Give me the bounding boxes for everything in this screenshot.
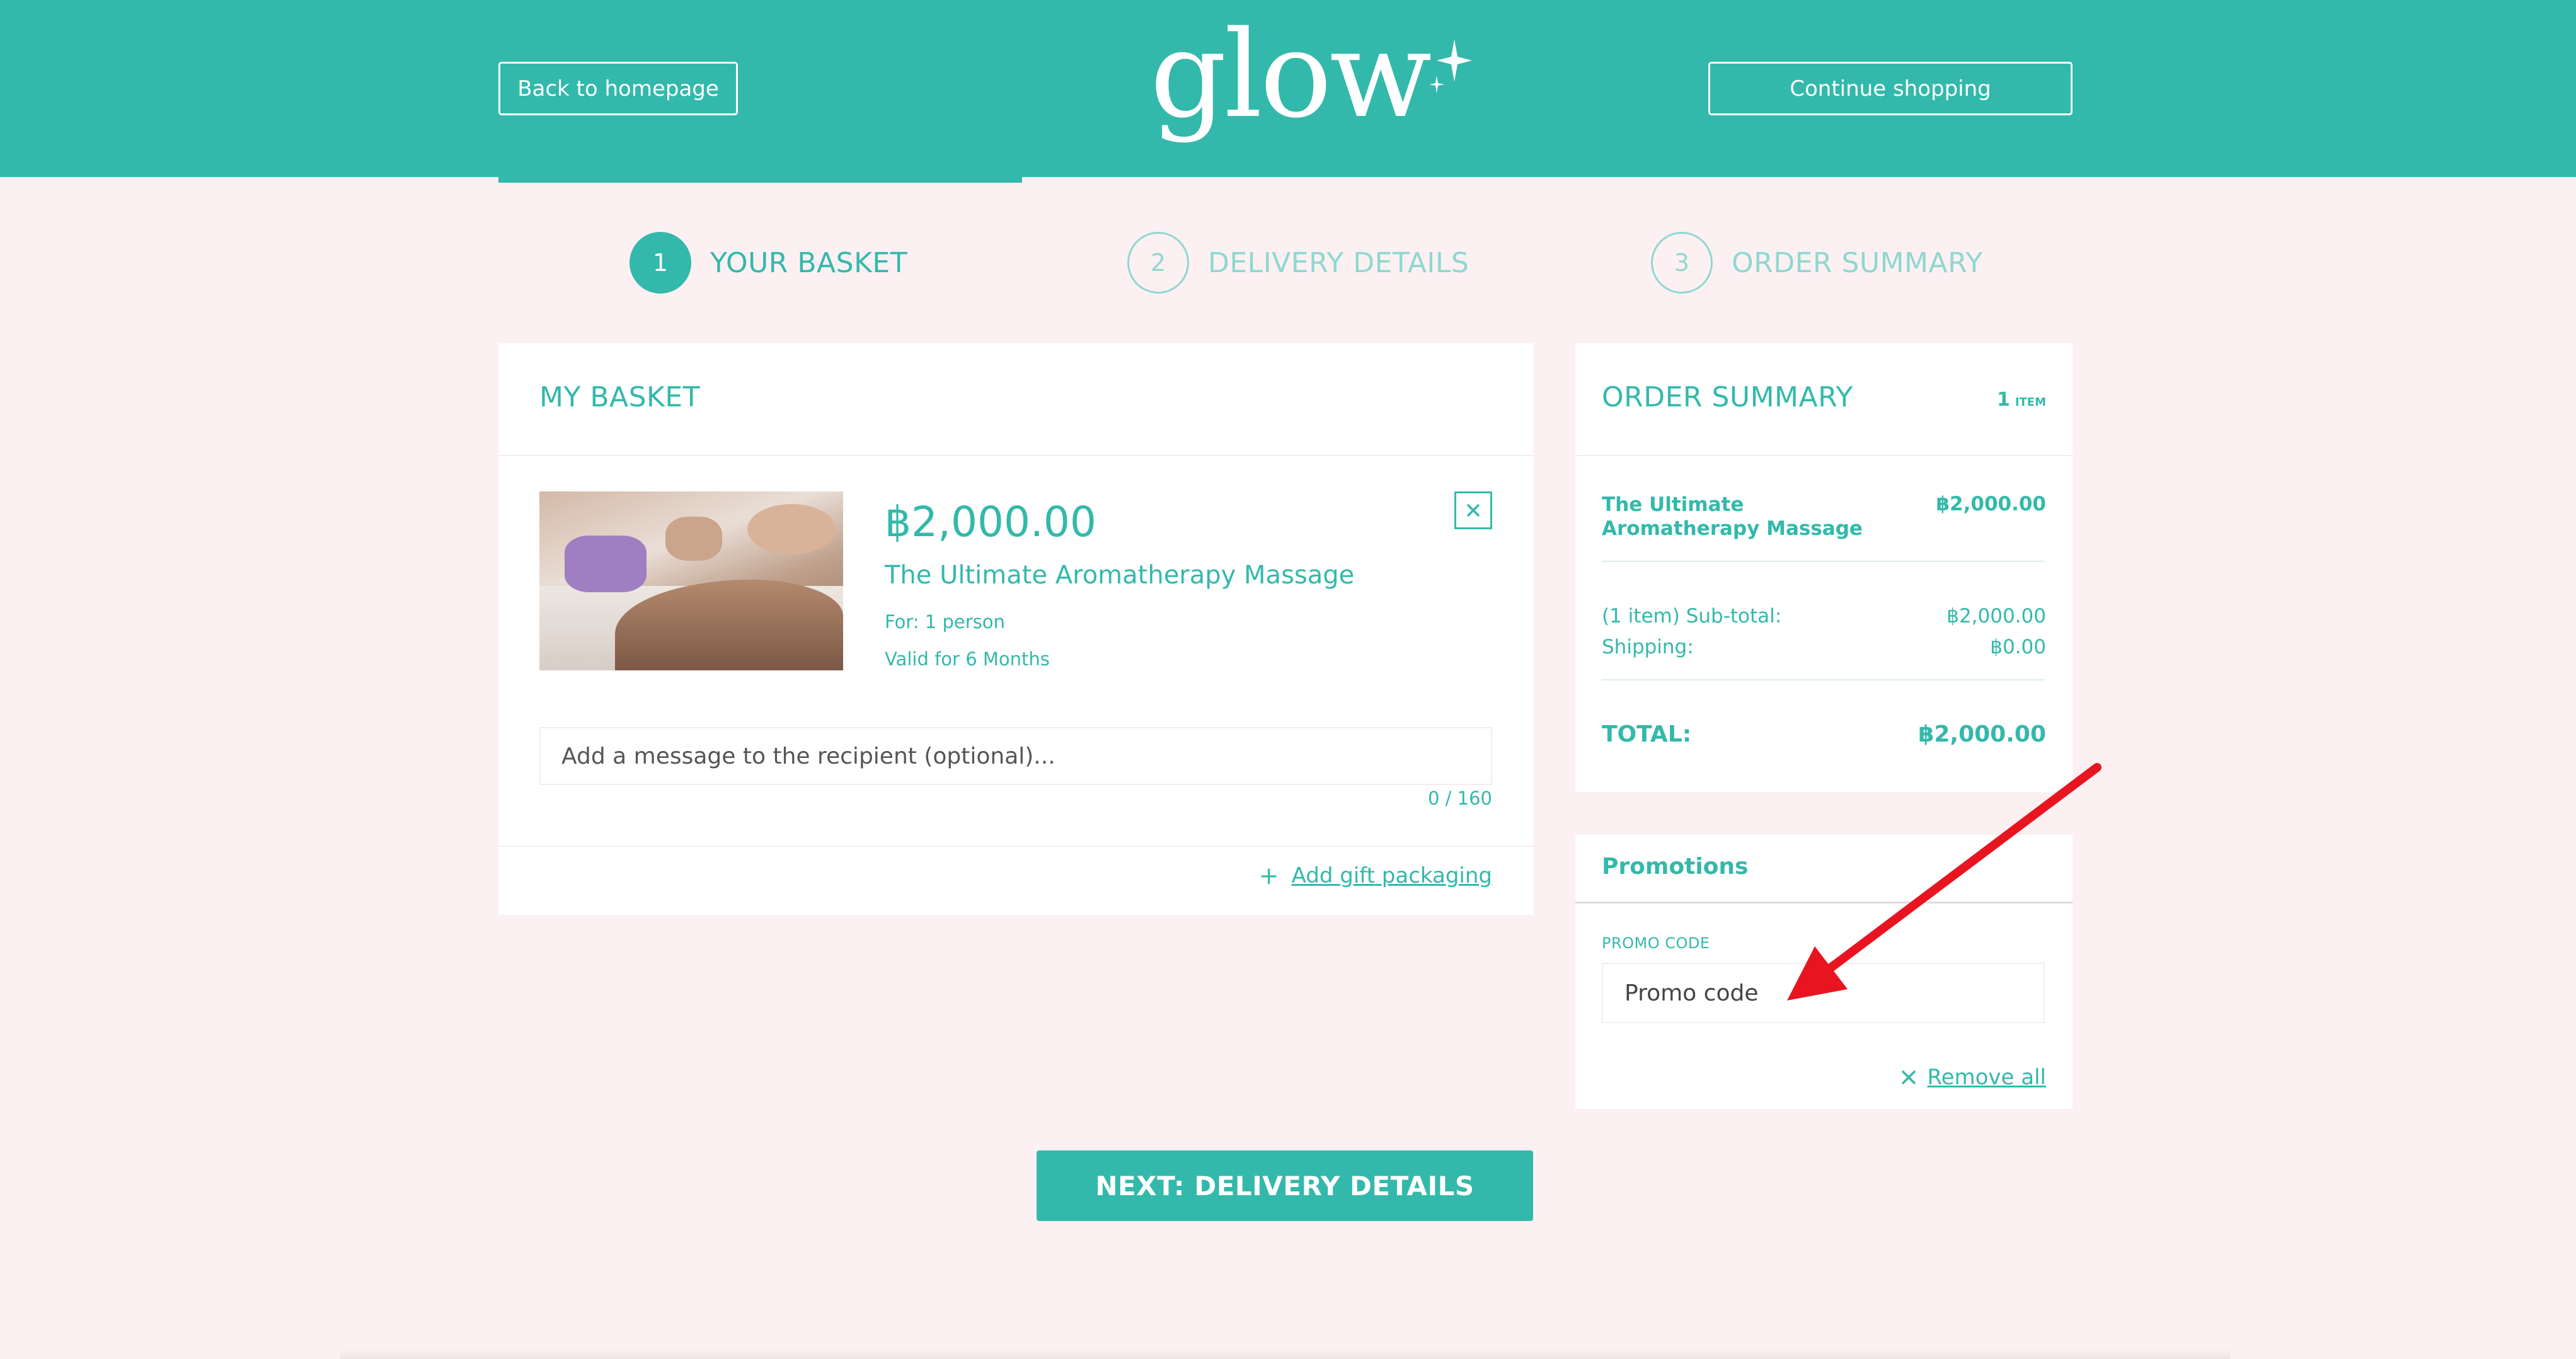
basket-title: MY BASKET (539, 381, 701, 413)
close-icon (1902, 1070, 1916, 1085)
step-number: 1 (630, 232, 691, 294)
character-counter: 0 / 160 (1427, 788, 1492, 809)
item-price: ฿2,000.00 (885, 498, 1096, 546)
total-label: TOTAL: (1602, 721, 1692, 747)
product-image (539, 491, 843, 670)
sparkle-icon (1429, 39, 1473, 93)
item-name: The Ultimate Aromatherapy Massage (885, 561, 1355, 590)
continue-shopping-button[interactable]: Continue shopping (1708, 62, 2073, 115)
summary-item-price: ฿2,000.00 (1936, 493, 2046, 515)
plus-icon: + (1258, 862, 1279, 890)
divider (1602, 679, 2045, 680)
gift-packaging-label: Add gift packaging (1291, 863, 1492, 888)
progress-indicator-bar (498, 177, 1022, 183)
step-label: DELIVERY DETAILS (1208, 246, 1469, 279)
step-order-summary: 3 ORDER SUMMARY (1651, 232, 1983, 294)
logo-text: glow (1150, 5, 1432, 144)
promo-code-label: PROMO CODE (1602, 934, 1710, 952)
close-icon (1466, 503, 1480, 517)
total-value: ฿2,000.00 (1918, 721, 2046, 747)
divider (1575, 902, 2073, 903)
promotions-card: Promotions PROMO CODE Promo code Remove … (1575, 835, 2073, 1109)
page-footer-shadow (340, 1348, 2231, 1359)
order-summary-card: ORDER SUMMARY 1 ITEM The Ultimate Aromat… (1575, 343, 2073, 792)
remove-all-label: Remove all (1927, 1065, 2046, 1090)
basket-card: MY BASKET ฿2,000.00 The Ultimate Aromath… (498, 343, 1534, 915)
recipient-message-input[interactable]: Add a message to the recipient (optional… (539, 727, 1492, 785)
remove-all-promotions-link[interactable]: Remove all (1900, 1065, 2046, 1090)
glow-logo[interactable]: glow (1150, 9, 1473, 160)
promotions-title: Promotions (1602, 854, 1749, 880)
summary-title: ORDER SUMMARY (1602, 381, 1853, 413)
shipping-label: Shipping: (1602, 636, 1694, 658)
add-gift-packaging-link[interactable]: + Add gift packaging (1259, 862, 1492, 890)
step-number: 2 (1127, 232, 1189, 294)
subtotal-value: ฿2,000.00 (1946, 605, 2046, 628)
step-label: ORDER SUMMARY (1732, 246, 1983, 279)
item-for: For: 1 person (885, 611, 1005, 633)
step-number: 3 (1651, 232, 1713, 294)
step-delivery-details: 2 DELIVERY DETAILS (1127, 232, 1469, 294)
next-delivery-details-button[interactable]: NEXT: DELIVERY DETAILS (1037, 1150, 1533, 1221)
summary-item-name: The Ultimate Aromatherapy Massage (1602, 493, 1863, 540)
item-validity: Valid for 6 Months (885, 648, 1050, 670)
step-label: YOUR BASKET (710, 246, 908, 279)
divider (498, 846, 1534, 847)
subtotal-label: (1 item) Sub-total: (1602, 605, 1782, 628)
shipping-value: ฿0.00 (1990, 636, 2046, 658)
promo-code-input[interactable]: Promo code (1602, 963, 2045, 1023)
divider (498, 455, 1534, 456)
step-your-basket: 1 YOUR BASKET (630, 232, 907, 294)
item-count: 1 (1996, 389, 2010, 411)
divider (1602, 561, 2045, 562)
item-count-unit: ITEM (2015, 396, 2046, 409)
back-to-homepage-button[interactable]: Back to homepage (498, 62, 738, 115)
site-header: Back to homepage glow Continue shopping (0, 0, 2576, 177)
remove-item-button[interactable] (1454, 491, 1492, 529)
divider (1575, 455, 2073, 456)
item-count-badge: 1 ITEM (1997, 389, 2046, 411)
